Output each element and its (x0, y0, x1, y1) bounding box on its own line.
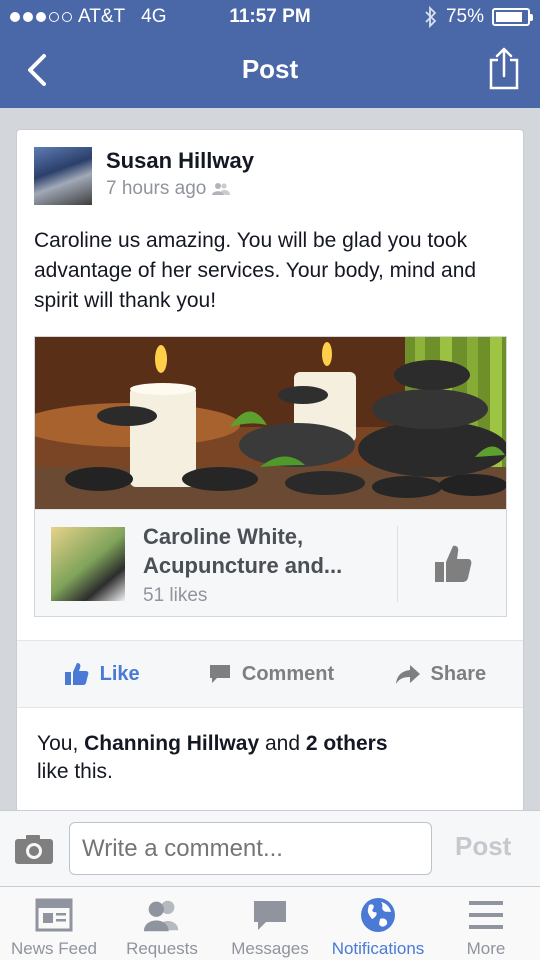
tab-notifications[interactable]: Notifications (324, 887, 432, 960)
post-comment-button[interactable]: Post (455, 831, 511, 862)
tab-label: More (466, 939, 506, 958)
comment-label: Comment (241, 662, 335, 685)
tab-messages[interactable]: Messages (216, 887, 324, 960)
tab-bar: News Feed Requests Messages Notification… (0, 886, 540, 960)
navigation-bar: Post (0, 34, 540, 108)
likes-suffix: like this. (37, 760, 113, 783)
link-attachment[interactable]: Caroline White, Acupuncture and... 51 li… (34, 336, 507, 617)
like-button[interactable]: Like (17, 641, 186, 707)
divider (397, 526, 398, 602)
share-arrow-icon (395, 665, 420, 684)
battery-icon (492, 8, 533, 26)
tab-label: Notifications (331, 939, 425, 958)
share-icon[interactable] (488, 46, 520, 90)
battery-percent: 75% (445, 6, 484, 27)
page-avatar[interactable] (51, 527, 125, 601)
post-card: Susan Hillway 7 hours ago Caroline us am… (16, 129, 524, 829)
tab-label: Messages (231, 939, 309, 958)
comment-bar: Post (0, 810, 540, 886)
page-title: Post (241, 54, 299, 84)
comment-input[interactable] (69, 822, 432, 875)
tab-label: Requests (126, 939, 198, 958)
spa-stones-picture (35, 337, 506, 509)
like-label: Like (99, 662, 140, 685)
thumb-up-icon (64, 663, 89, 685)
post-actions: Like Comment Share (17, 640, 523, 708)
post-text: Caroline us amazing. You will be glad yo… (34, 229, 477, 312)
status-right: 75% (424, 6, 533, 28)
page-name[interactable]: Caroline White, Acupuncture and... (143, 522, 373, 580)
messages-icon (250, 897, 290, 933)
timestamp-label: 7 hours ago (106, 178, 207, 199)
tab-label: News Feed (11, 939, 97, 958)
friends-privacy-icon (212, 183, 231, 195)
page-likes-count: 51 likes (143, 585, 208, 606)
tab-more[interactable]: More (432, 887, 540, 960)
likes-others[interactable]: 2 others (306, 732, 388, 755)
page-preview[interactable]: Caroline White, Acupuncture and... 51 li… (35, 509, 506, 616)
likes-middle: and (259, 732, 306, 755)
tab-requests[interactable]: Requests (108, 887, 216, 960)
likes-prefix: You, (37, 732, 85, 755)
likes-summary[interactable]: You, Channing Hillway and 2 others like … (37, 730, 388, 786)
share-label: Share (430, 662, 487, 685)
news-feed-icon (34, 897, 74, 933)
spa-stones-image[interactable] (35, 337, 506, 509)
comment-button[interactable]: Comment (186, 641, 355, 707)
bluetooth-icon (425, 6, 437, 28)
author-avatar[interactable] (34, 147, 92, 205)
like-page-thumb-icon[interactable] (431, 542, 475, 586)
menu-icon (466, 897, 506, 933)
comment-bubble-icon (209, 665, 230, 683)
tab-news-feed[interactable]: News Feed (0, 887, 108, 960)
friend-requests-icon (142, 897, 182, 933)
post-timestamp: 7 hours ago (106, 178, 231, 200)
camera-icon[interactable] (14, 833, 54, 865)
share-button[interactable]: Share (356, 641, 523, 707)
status-bar: AT&T 4G 11:57 PM 75% (0, 6, 540, 30)
top-bar: AT&T 4G 11:57 PM 75% Post (0, 0, 540, 108)
liker-name[interactable]: Channing Hillway (84, 732, 259, 755)
globe-icon (358, 897, 398, 933)
author-name[interactable]: Susan Hillway (106, 148, 254, 174)
